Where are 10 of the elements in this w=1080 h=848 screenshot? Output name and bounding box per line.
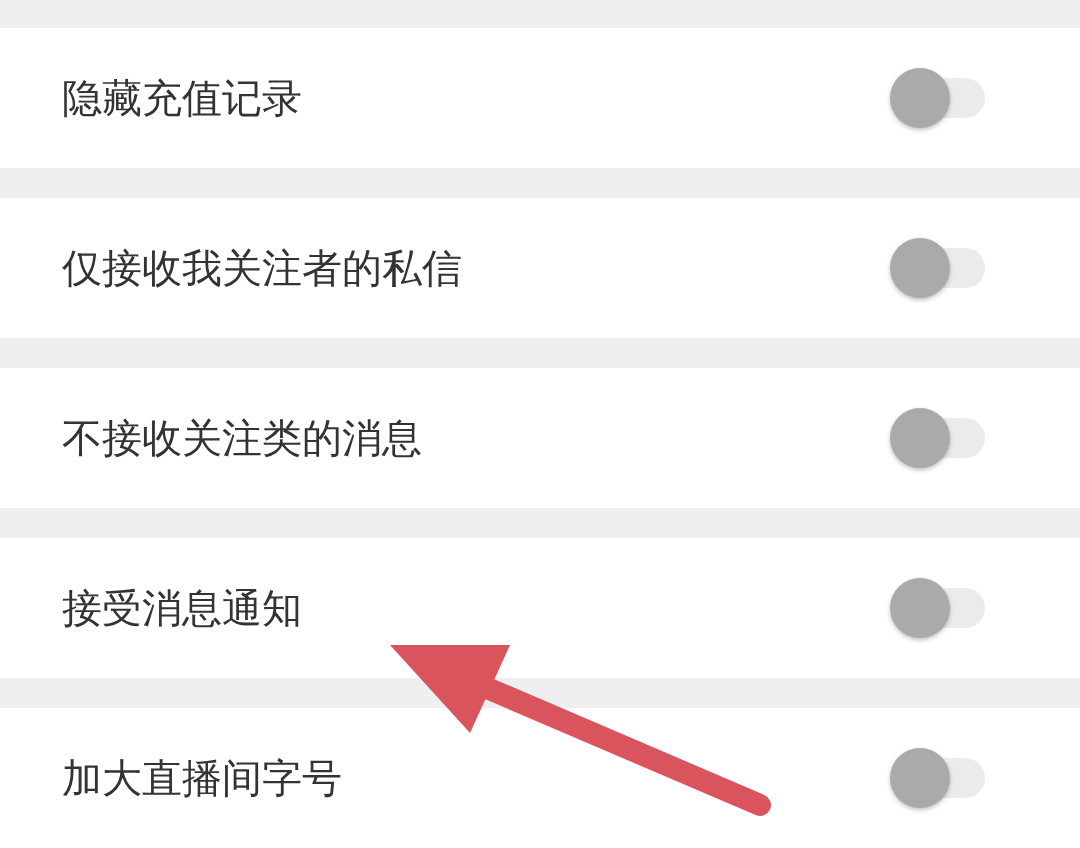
setting-label: 不接收关注类的消息 (62, 415, 422, 462)
setting-label: 接受消息通知 (62, 585, 302, 632)
toggle-switch[interactable] (890, 238, 985, 298)
toggle-switch[interactable] (890, 578, 985, 638)
setting-label: 隐藏充值记录 (62, 75, 302, 122)
setting-label: 加大直播间字号 (62, 755, 342, 802)
toggle-switch[interactable] (890, 748, 985, 808)
toggle-switch[interactable] (890, 68, 985, 128)
setting-label: 仅接收我关注者的私信 (62, 245, 462, 292)
toggle-switch[interactable] (890, 408, 985, 468)
